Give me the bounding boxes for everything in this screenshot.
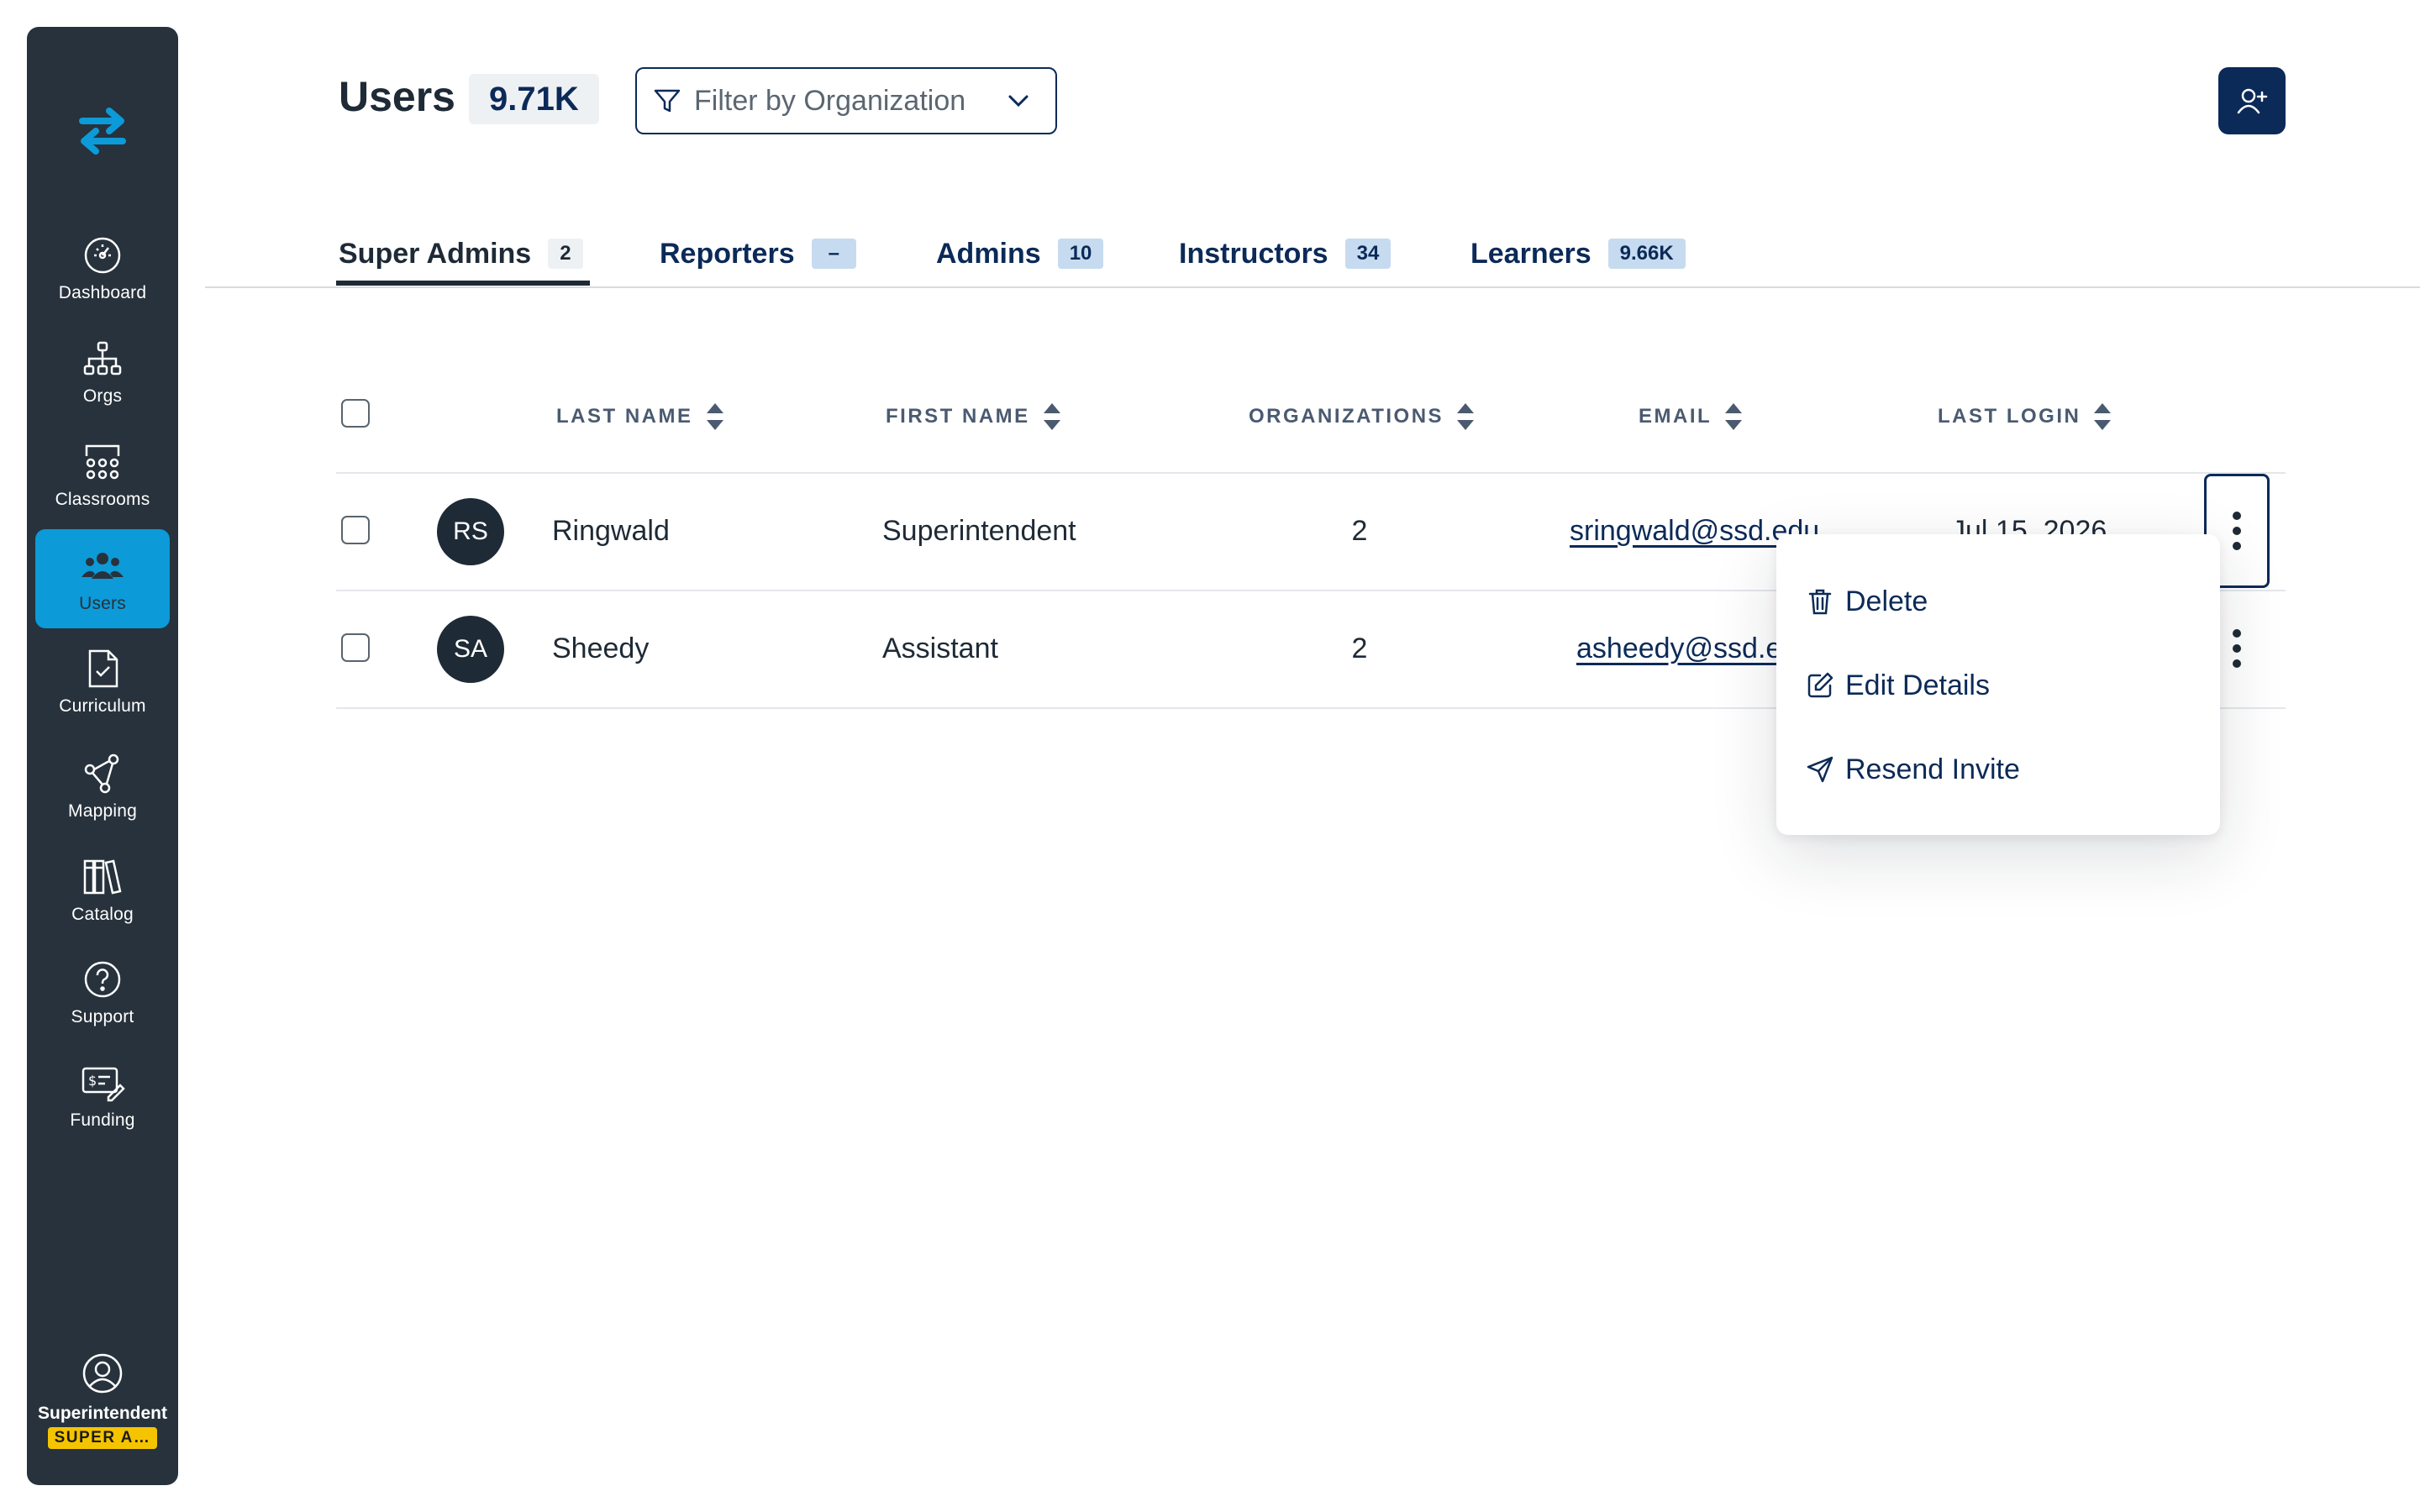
sort-icon xyxy=(1043,403,1060,430)
sidebar-item-label: Users xyxy=(79,594,126,613)
row-actions-menu: Delete Edit Details Resend Invite xyxy=(1776,534,2220,835)
add-user-button[interactable] xyxy=(2218,67,2286,134)
menu-item-delete[interactable]: Delete xyxy=(1808,576,1928,627)
profile-name: Superintendent xyxy=(37,1404,167,1423)
dashboard-icon xyxy=(84,237,121,274)
sort-icon xyxy=(2094,403,2112,430)
sort-icon xyxy=(706,403,723,430)
column-header-email[interactable]: EMAIL xyxy=(1639,400,1744,433)
email-link[interactable]: asheedy@ssd.e xyxy=(1576,633,1781,665)
sidebar-item-support[interactable]: Support xyxy=(35,942,170,1042)
column-header-last-login[interactable]: LAST LOGIN xyxy=(1938,400,2112,433)
sidebar-item-label: Curriculum xyxy=(59,696,146,716)
chevron-down-icon xyxy=(1008,95,1028,108)
select-all-checkbox[interactable] xyxy=(341,399,370,428)
column-header-label: LAST LOGIN xyxy=(1938,405,2081,428)
sidebar-item-classrooms[interactable]: Classrooms xyxy=(35,425,170,524)
organizations-cell: 2 xyxy=(1351,515,1368,547)
active-tab-indicator xyxy=(336,281,590,286)
tab-label: Instructors xyxy=(1179,237,1328,270)
first-name-cell: Superintendent xyxy=(882,515,1076,547)
tab-count-badge: – xyxy=(811,239,856,269)
tab-instructors[interactable]: Instructors 34 xyxy=(1179,220,1392,287)
organizations-cell: 2 xyxy=(1351,633,1368,664)
tabs-divider xyxy=(205,286,2420,288)
menu-item-label: Delete xyxy=(1845,585,1928,617)
menu-item-resend-invite[interactable]: Resend Invite xyxy=(1807,744,2020,795)
sidebar-item-label: Mapping xyxy=(68,801,137,821)
sidebar-item-label: Funding xyxy=(70,1110,135,1130)
tab-label: Admins xyxy=(936,237,1041,270)
send-icon xyxy=(1807,756,1833,783)
last-name-cell: Ringwald xyxy=(552,515,670,547)
avatar: SA xyxy=(437,616,504,683)
sidebar-item-curriculum[interactable]: Curriculum xyxy=(35,632,170,731)
sidebar-item-funding[interactable]: $ Funding xyxy=(35,1046,170,1145)
menu-item-edit-details[interactable]: Edit Details xyxy=(1807,660,1990,711)
avatar: RS xyxy=(437,498,504,565)
classroom-icon xyxy=(85,444,120,480)
trash-icon xyxy=(1808,589,1832,615)
organization-filter-select[interactable]: Filter by Organization xyxy=(635,67,1057,134)
tab-label: Reporters xyxy=(660,237,795,270)
mapping-icon xyxy=(84,753,119,794)
sidebar-item-mapping[interactable]: Mapping xyxy=(35,737,170,836)
user-circle-icon xyxy=(82,1353,123,1394)
funding-icon: $ xyxy=(82,1067,125,1102)
edit-icon xyxy=(1807,672,1833,698)
sidebar-item-label: Support xyxy=(71,1007,134,1026)
last-name-cell: Sheedy xyxy=(552,633,650,664)
user-count-badge: 9.71K xyxy=(469,74,599,124)
column-header-label: EMAIL xyxy=(1639,405,1712,428)
sidebar-item-label: Catalog xyxy=(71,905,134,924)
column-header-label: FIRST NAME xyxy=(886,405,1030,428)
page-title: Users xyxy=(339,73,455,120)
menu-item-label: Edit Details xyxy=(1845,669,1990,701)
sort-icon xyxy=(1725,403,1743,430)
sort-icon xyxy=(1457,403,1475,430)
tab-count-badge: 10 xyxy=(1057,239,1104,269)
row-checkbox[interactable] xyxy=(341,516,370,544)
tab-count-badge: 34 xyxy=(1344,239,1392,269)
sidebar: Dashboard Orgs Classrooms Users Curricul… xyxy=(27,27,178,1485)
help-icon xyxy=(84,961,121,998)
tab-admins[interactable]: Admins 10 xyxy=(936,220,1104,287)
profile-menu[interactable]: Superintendent SUPER A… xyxy=(27,1351,178,1453)
sidebar-item-dashboard[interactable]: Dashboard xyxy=(35,218,170,318)
catalog-icon xyxy=(83,859,122,895)
sidebar-item-label: Dashboard xyxy=(58,283,147,302)
filter-icon xyxy=(654,89,681,113)
sidebar-item-orgs[interactable]: Orgs xyxy=(35,322,170,421)
row-divider xyxy=(336,472,2286,474)
column-header-first-name[interactable]: FIRST NAME xyxy=(886,400,1062,433)
sidebar-item-label: Classrooms xyxy=(55,490,150,509)
tab-learners[interactable]: Learners 9.66K xyxy=(1470,220,1686,287)
filter-placeholder: Filter by Organization xyxy=(694,84,966,117)
sidebar-item-users[interactable]: Users xyxy=(35,529,170,628)
column-header-label: LAST NAME xyxy=(556,405,693,428)
more-vertical-icon xyxy=(2233,629,2241,668)
row-checkbox[interactable] xyxy=(341,633,370,662)
menu-item-label: Resend Invite xyxy=(1845,753,2020,785)
role-badge: SUPER A… xyxy=(47,1427,158,1449)
sidebar-item-label: Orgs xyxy=(82,386,123,406)
column-header-organizations[interactable]: ORGANIZATIONS xyxy=(1249,400,1476,433)
column-header-last-name[interactable]: LAST NAME xyxy=(556,400,725,433)
tab-count-badge: 9.66K xyxy=(1607,239,1686,269)
more-vertical-icon xyxy=(2233,512,2241,550)
svg-text:$: $ xyxy=(88,1073,97,1089)
users-icon xyxy=(82,553,124,579)
tab-count-badge: 2 xyxy=(548,239,583,269)
tab-label: Super Admins xyxy=(339,237,532,270)
add-user-icon xyxy=(2237,88,2268,114)
column-header-label: ORGANIZATIONS xyxy=(1249,405,1444,428)
sidebar-item-catalog[interactable]: Catalog xyxy=(35,840,170,939)
swap-arrows-icon[interactable] xyxy=(69,97,136,165)
curriculum-icon xyxy=(88,649,118,688)
org-chart-icon xyxy=(83,341,122,375)
tab-label: Learners xyxy=(1470,237,1591,270)
tab-super-admins[interactable]: Super Admins 2 xyxy=(339,220,583,287)
first-name-cell: Assistant xyxy=(882,633,998,664)
tab-reporters[interactable]: Reporters – xyxy=(660,220,856,287)
